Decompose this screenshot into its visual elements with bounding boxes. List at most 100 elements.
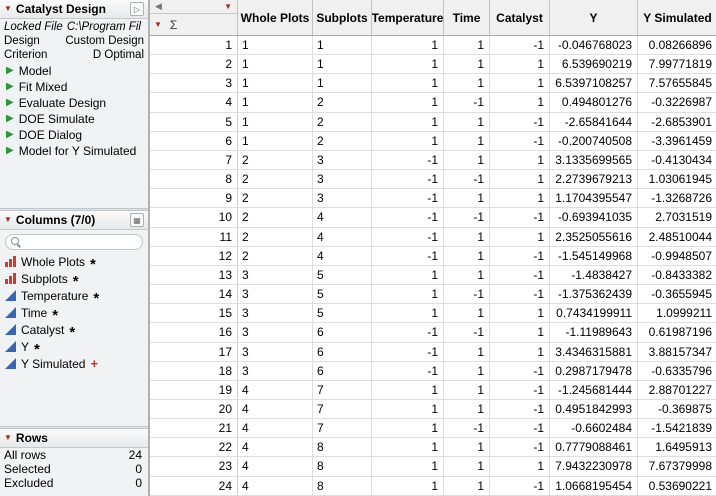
data-cell[interactable]: 1 (372, 266, 444, 284)
data-cell[interactable]: -1 (372, 362, 444, 380)
data-cell[interactable]: 3 (238, 362, 313, 380)
column-item-whole-plots[interactable]: Whole Plots* (0, 253, 148, 270)
data-cell[interactable]: 1 (490, 93, 550, 111)
columns-menu-icon[interactable]: ▼ (4, 216, 12, 224)
data-cell[interactable]: 4 (313, 247, 372, 265)
data-cell[interactable]: 2 (313, 93, 372, 111)
data-cell[interactable]: 1 (444, 362, 490, 380)
data-cell[interactable]: 4 (313, 228, 372, 246)
data-cell[interactable]: 5 (313, 285, 372, 303)
data-cell[interactable]: 6 (313, 343, 372, 361)
table-menu-icon[interactable]: ▼ (4, 5, 12, 13)
data-cell[interactable]: -1 (372, 189, 444, 207)
data-cell[interactable]: 1 (372, 113, 444, 131)
data-cell[interactable]: 4 (238, 477, 313, 495)
data-cell[interactable]: 1 (444, 343, 490, 361)
data-cell[interactable]: 1 (238, 93, 313, 111)
data-cell[interactable]: 1 (372, 400, 444, 418)
row-number-cell[interactable]: 22 (150, 438, 238, 456)
data-cell[interactable]: 1 (238, 36, 313, 54)
data-cell[interactable]: -1 (490, 36, 550, 54)
data-cell[interactable]: 3 (238, 323, 313, 341)
data-cell[interactable]: -1 (444, 323, 490, 341)
data-cell[interactable]: 1 (444, 74, 490, 92)
data-cell[interactable]: 5 (313, 304, 372, 322)
script-item-doe-dialog[interactable]: ▶DOE Dialog (4, 127, 144, 143)
data-cell[interactable]: 1 (372, 93, 444, 111)
data-cell[interactable]: 1 (444, 151, 490, 169)
data-cell[interactable]: 0.7779088461 (550, 438, 638, 456)
row-number-cell[interactable]: 14 (150, 285, 238, 303)
data-cell[interactable]: -1 (490, 132, 550, 150)
data-cell[interactable]: 1 (372, 55, 444, 73)
data-cell[interactable]: -0.200740508 (550, 132, 638, 150)
data-cell[interactable]: -1 (490, 113, 550, 131)
data-cell[interactable]: 2 (238, 151, 313, 169)
data-cell[interactable]: 7.99771819 (638, 55, 716, 73)
column-item-y[interactable]: Y* (0, 338, 148, 355)
column-header-catalyst[interactable]: Catalyst (490, 0, 550, 35)
data-cell[interactable]: -1 (444, 170, 490, 188)
data-cell[interactable]: -1.245681444 (550, 381, 638, 399)
script-item-doe-simulate[interactable]: ▶DOE Simulate (4, 111, 144, 127)
data-cell[interactable]: 1 (313, 36, 372, 54)
data-cell[interactable]: 1.6495913 (638, 438, 716, 456)
row-number-cell[interactable]: 23 (150, 457, 238, 475)
row-number-cell[interactable]: 15 (150, 304, 238, 322)
data-cell[interactable]: -0.8433382 (638, 266, 716, 284)
data-cell[interactable]: 2.7031519 (638, 208, 716, 226)
data-cell[interactable]: 1 (490, 170, 550, 188)
data-cell[interactable]: 1.03061945 (638, 170, 716, 188)
script-item-model[interactable]: ▶Model (4, 63, 144, 79)
data-cell[interactable]: -0.693941035 (550, 208, 638, 226)
row-number-cell[interactable]: 9 (150, 189, 238, 207)
data-cell[interactable]: 5 (313, 266, 372, 284)
data-cell[interactable]: 0.53690221 (638, 477, 716, 495)
data-cell[interactable]: 2 (238, 170, 313, 188)
data-cell[interactable]: 1 (372, 381, 444, 399)
row-number-cell[interactable]: 1 (150, 36, 238, 54)
row-number-cell[interactable]: 5 (150, 113, 238, 131)
row-number-cell[interactable]: 13 (150, 266, 238, 284)
data-cell[interactable]: -0.9948507 (638, 247, 716, 265)
row-number-cell[interactable]: 21 (150, 419, 238, 437)
data-cell[interactable]: 1 (313, 74, 372, 92)
data-cell[interactable]: -0.3226987 (638, 93, 716, 111)
data-cell[interactable]: 1 (444, 132, 490, 150)
data-cell[interactable]: 1 (490, 304, 550, 322)
row-number-cell[interactable]: 12 (150, 247, 238, 265)
collapse-side-panels-icon[interactable]: ◀ (155, 2, 162, 11)
rows-menu-icon[interactable]: ▼ (4, 434, 12, 442)
data-cell[interactable]: 1 (444, 457, 490, 475)
column-header-time[interactable]: Time (444, 0, 490, 35)
data-cell[interactable]: 6.5397108257 (550, 74, 638, 92)
data-cell[interactable]: 1 (490, 228, 550, 246)
data-cell[interactable]: 2 (238, 189, 313, 207)
data-cell[interactable]: 1 (372, 419, 444, 437)
data-cell[interactable]: 1 (490, 457, 550, 475)
data-cell[interactable]: 2 (313, 132, 372, 150)
data-cell[interactable]: 3 (238, 266, 313, 284)
columns-header-menu-icon[interactable]: ▼ (154, 21, 162, 29)
data-cell[interactable]: 1 (372, 74, 444, 92)
data-cell[interactable]: 2.88701227 (638, 381, 716, 399)
data-cell[interactable]: -1 (372, 170, 444, 188)
columns-view-settings-icon[interactable]: ▦ (130, 213, 144, 227)
rows-stat-all-rows[interactable]: All rows24 (0, 448, 148, 462)
data-cell[interactable]: 3.88157347 (638, 343, 716, 361)
data-cell[interactable]: 6.539690219 (550, 55, 638, 73)
row-number-cell[interactable]: 4 (150, 93, 238, 111)
data-cell[interactable]: 1 (372, 438, 444, 456)
data-cell[interactable]: 8 (313, 438, 372, 456)
data-cell[interactable]: 1 (490, 189, 550, 207)
data-cell[interactable]: 1 (490, 74, 550, 92)
data-cell[interactable]: -0.4130434 (638, 151, 716, 169)
data-cell[interactable]: 1 (313, 55, 372, 73)
data-cell[interactable]: -0.6602484 (550, 419, 638, 437)
data-cell[interactable]: 0.61987196 (638, 323, 716, 341)
data-cell[interactable]: -1.5421839 (638, 419, 716, 437)
data-cell[interactable]: 0.2987179478 (550, 362, 638, 380)
data-cell[interactable]: 2.2739679213 (550, 170, 638, 188)
data-cell[interactable]: 8 (313, 477, 372, 495)
data-cell[interactable]: -0.046768023 (550, 36, 638, 54)
